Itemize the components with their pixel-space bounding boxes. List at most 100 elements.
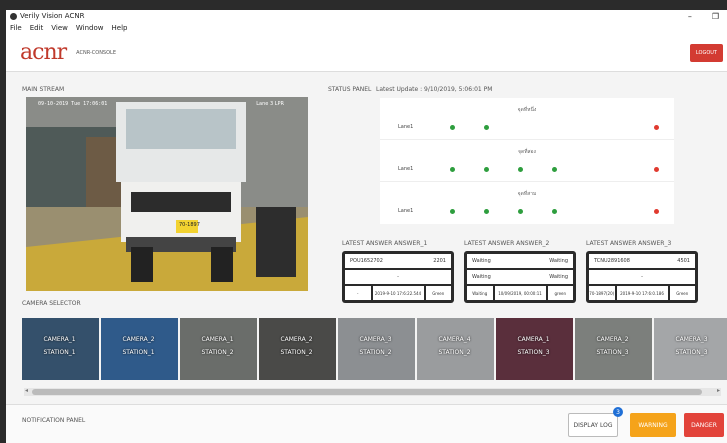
camera-name: CAMERA_3	[359, 336, 392, 343]
logout-button[interactable]: LOGOUT	[689, 43, 723, 62]
minimize-button[interactable]: –	[688, 12, 692, 21]
status-dot-red	[654, 209, 659, 214]
notification-label: NOTIFICATION PANEL	[22, 417, 86, 424]
status-dot-green	[450, 167, 455, 172]
camera-scrollbar[interactable]: ◂ ▸	[24, 387, 721, 396]
station-name: STATION_3	[596, 349, 629, 356]
camera-name: CAMERA_1	[517, 336, 550, 343]
answer-card-2: LATEST ANSWER ANSWER_2 Waiting Waiting Wa…	[464, 240, 576, 303]
lane-label: Lane1	[398, 208, 414, 214]
status-group-title: จุดที่สาม	[517, 191, 537, 197]
notification-panel: NOTIFICATION PANEL DISPLAY LOG 3 WARNING…	[6, 404, 727, 443]
answer-card-body: TCNU2891608 4501 - 70-1897(20) 2019-9-10 …	[586, 251, 698, 303]
answer-card-1: LATEST ANSWER ANSWER_1 POU1652702 2201 - …	[342, 240, 454, 303]
camera-thumb[interactable]: CAMERA_1 STATION_3	[496, 318, 573, 380]
answer-sub-row: -	[589, 270, 695, 284]
answer-sub: Waiting	[472, 274, 491, 280]
app-window: Verily Vision ACNR – ❐ File Edit View Wi…	[6, 10, 727, 443]
camera-thumb-label: CAMERA_1 STATION_2	[190, 333, 245, 359]
status-dot-green	[484, 167, 489, 172]
answer-cells: Waiting 10/09/2019, 00:00:11 green	[467, 286, 573, 300]
scrollbar-thumb[interactable]	[32, 389, 702, 395]
stream-timestamp: 09-10-2019 Tue 17:06:01	[38, 101, 108, 107]
camera-thumb[interactable]: CAMERA_4 STATION_2	[417, 318, 494, 380]
answer-cell: Waiting	[467, 286, 493, 300]
camera-thumb[interactable]: CAMERA_1 STATION_2	[180, 318, 257, 380]
status-panel: จุดที่หนึ่ง Lane1 จุดที่สอง Lane1 จุดที่…	[380, 98, 674, 224]
answer-sub: -	[397, 274, 399, 280]
camera-name: CAMERA_2	[122, 336, 155, 343]
menu-window[interactable]: Window	[76, 24, 104, 32]
scroll-right-icon[interactable]: ▸	[717, 387, 720, 394]
camera-thumb-label: CAMERA_1 STATION_1	[32, 333, 87, 359]
camera-thumb-label: CAMERA_2 STATION_3	[585, 333, 640, 359]
warning-button[interactable]: WARNING	[630, 413, 676, 437]
camera-thumb-label: CAMERA_4 STATION_2	[427, 333, 482, 359]
camera-thumb[interactable]: CAMERA_3 STATION_2	[338, 318, 415, 380]
camera-name: CAMERA_2	[280, 336, 313, 343]
camera-thumb[interactable]: CAMERA_2 STATION_1	[101, 318, 178, 380]
menu-file[interactable]: File	[10, 24, 22, 32]
plate-text: 70-1897	[179, 222, 200, 228]
menu-help[interactable]: Help	[112, 24, 128, 32]
window-title: Verily Vision ACNR	[20, 12, 85, 20]
answer-title: LATEST ANSWER ANSWER_2	[464, 240, 550, 247]
scroll-left-icon[interactable]: ◂	[25, 387, 28, 394]
camera-name: CAMERA_2	[596, 336, 629, 343]
camera-strip: CAMERA_1 STATION_1 CAMERA_2 STATION_1 CAMERA…	[22, 318, 727, 382]
station-name: STATION_1	[122, 349, 155, 356]
status-group-title: จุดที่สอง	[518, 149, 536, 155]
camera-thumb-label: CAMERA_1 STATION_3	[506, 333, 561, 359]
status-dot-red	[654, 167, 659, 172]
answer-cell: 70-1897(20)	[589, 286, 615, 300]
answer-code: 4501	[677, 258, 690, 264]
answer-cell: Green	[425, 286, 451, 300]
camera-thumb[interactable]: CAMERA_2 STATION_2	[259, 318, 336, 380]
app-icon	[10, 12, 17, 20]
status-dot-green	[450, 209, 455, 214]
answer-cell: 2019-9-10 17:6:22.544	[372, 286, 424, 300]
restore-button[interactable]: ❐	[712, 12, 719, 21]
danger-button[interactable]: DANGER	[684, 413, 724, 437]
answer-plate-row: POU1652702 2201	[345, 254, 451, 268]
stream-lane-overlay: Lane 3 LPR	[256, 101, 284, 107]
answer-sub: -	[641, 274, 643, 280]
answer-plate: Waiting	[472, 258, 491, 264]
answer-code: Waiting	[549, 258, 568, 264]
lane-label: Lane1	[398, 166, 414, 172]
lane-label: Lane1	[398, 124, 414, 130]
title-bar: Verily Vision ACNR – ❐	[6, 10, 727, 22]
status-dot-green	[518, 209, 523, 214]
status-dot-green	[518, 167, 523, 172]
menu-edit[interactable]: Edit	[30, 24, 44, 32]
camera-name: CAMERA_4	[438, 336, 471, 343]
answer-plate: POU1652702	[350, 258, 383, 264]
camera-thumb[interactable]: CAMERA_2 STATION_3	[575, 318, 652, 380]
status-latest-update: Latest Update : 9/10/2019, 5:06:01 PM	[376, 86, 493, 93]
answer-sub-row: Waiting Waiting	[467, 270, 573, 284]
station-name: STATION_2	[438, 349, 471, 356]
camera-selector-label: CAMERA SELECTOR	[22, 300, 81, 307]
camera-thumb[interactable]: CAMERA_3 STATION_3	[654, 318, 727, 380]
station-name: STATION_2	[201, 349, 234, 356]
display-log-button[interactable]: DISPLAY LOG	[568, 413, 618, 437]
camera-name: CAMERA_1	[201, 336, 234, 343]
answer-plate: TCNU2891608	[594, 258, 630, 264]
menu-view[interactable]: View	[51, 24, 68, 32]
camera-thumb-label: CAMERA_2 STATION_1	[111, 333, 166, 359]
answer-title: LATEST ANSWER ANSWER_3	[586, 240, 672, 247]
camera-thumb[interactable]: CAMERA_1 STATION_1	[22, 318, 99, 380]
camera-thumb-label: CAMERA_2 STATION_2	[269, 333, 324, 359]
brand-logo: acnr	[20, 40, 67, 65]
log-count-badge: 3	[613, 407, 623, 417]
main-stream-video[interactable]: 09-10-2019 Tue 17:06:01 Lane 3 LPR 70-18…	[26, 97, 308, 291]
answer-cell: 2019-9-10 17:6:0.186	[616, 286, 668, 300]
answer-card-3: LATEST ANSWER ANSWER_3 TCNU2891608 4501 -…	[586, 240, 698, 303]
main-stream-label: MAIN STREAM	[22, 86, 65, 93]
answer-cell: -	[345, 286, 371, 300]
answer-sub-row: -	[345, 270, 451, 284]
answer-code: 2201	[433, 258, 446, 264]
answer-sub2: Waiting	[549, 274, 568, 280]
status-dot-green	[484, 125, 489, 130]
answer-cell: green	[547, 286, 573, 300]
